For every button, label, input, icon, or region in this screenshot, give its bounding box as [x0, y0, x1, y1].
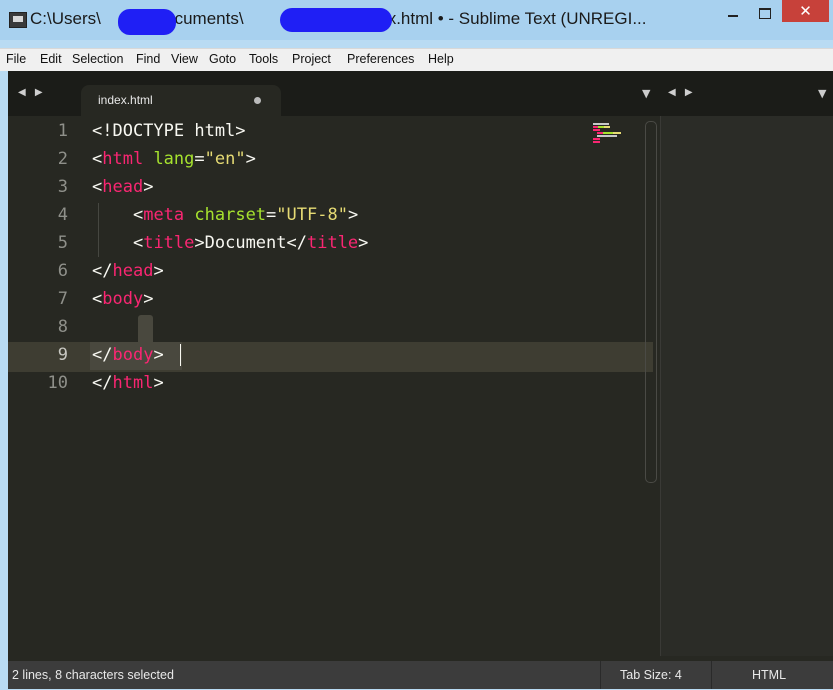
code-token: = — [194, 149, 205, 169]
line-number: 3 — [57, 177, 68, 197]
menu-selection[interactable]: Selection — [72, 52, 123, 66]
title-path-prefix: C:\Users\ — [30, 9, 101, 28]
line-number-current: 9 — [57, 345, 68, 365]
status-divider — [711, 661, 712, 689]
menu-bar: File Edit Selection Find View Goto Tools… — [0, 48, 833, 71]
code-token: </ — [92, 261, 113, 281]
tab-dropdown-icon[interactable]: ▼ — [642, 87, 650, 100]
code-token: title — [143, 233, 195, 253]
status-divider — [600, 661, 601, 689]
code-token: > — [153, 373, 164, 393]
vertical-scrollbar[interactable] — [645, 121, 657, 483]
syntax-indicator[interactable]: HTML — [752, 668, 786, 682]
maximize-button[interactable] — [752, 4, 778, 24]
code-token: html — [112, 373, 154, 393]
minimap[interactable] — [593, 121, 623, 146]
sublime-window: C:\Users\ Documents\ index.html • - Sublim… — [0, 0, 833, 690]
status-bar: 2 lines, 8 characters selected Tab Size:… — [8, 661, 833, 689]
line-number: 6 — [57, 261, 68, 281]
code-line-1[interactable]: <!DOCTYPE html> — [92, 121, 246, 141]
code-line-9[interactable]: </body> — [92, 345, 164, 365]
close-icon: ✕ — [799, 2, 812, 20]
title-bar: C:\Users\ Documents\ index.html • - Sublim… — [0, 0, 833, 40]
code-token: >Document</ — [194, 233, 307, 253]
tab-label: index.html — [98, 93, 153, 107]
menu-goto[interactable]: Goto — [209, 52, 236, 66]
editor-area: ◀ ▶ index.html ▼ ◀ ▶ ▼ 1 2 3 4 5 6 7 8 9… — [8, 71, 833, 661]
code-token: title — [306, 233, 359, 253]
code-token: < — [132, 205, 144, 225]
code-line-2[interactable]: <html lang="en"> — [92, 149, 256, 169]
code-token: </ — [92, 345, 113, 365]
line-number: 5 — [57, 233, 68, 253]
status-message: 2 lines, 8 characters selected — [12, 668, 174, 682]
line-number: 1 — [57, 121, 68, 141]
code-token: </ — [92, 373, 113, 393]
code-token: "UTF-8" — [276, 205, 348, 225]
menu-view[interactable]: View — [171, 52, 198, 66]
selection-highlight — [138, 315, 153, 345]
code-token: > — [143, 177, 154, 197]
redaction-mark-2 — [280, 8, 392, 32]
text-cursor — [180, 344, 181, 366]
code-token: body — [102, 289, 144, 309]
tab-bar: ◀ ▶ index.html ▼ ◀ ▶ ▼ — [8, 71, 833, 116]
right-pane-nav-arrows-icon[interactable]: ◀ ▶ — [668, 87, 696, 98]
code-token: html — [102, 149, 144, 169]
menu-edit[interactable]: Edit — [40, 52, 62, 66]
code-line-5[interactable]: <title>Document</title> — [92, 233, 368, 253]
menu-find[interactable]: Find — [136, 52, 160, 66]
line-number: 7 — [57, 289, 68, 309]
code-token: "en" — [204, 149, 246, 169]
line-number: 2 — [57, 149, 68, 169]
code-token: head — [112, 261, 154, 281]
code-line-7[interactable]: <body> — [92, 289, 153, 309]
code-token: meta — [143, 205, 185, 225]
code-token: > — [358, 233, 369, 253]
code-line-10[interactable]: </html> — [92, 373, 164, 393]
redaction-mark — [118, 9, 176, 35]
code-token: body — [112, 345, 154, 365]
code-token: < — [92, 289, 103, 309]
menu-project[interactable]: Project — [292, 52, 331, 66]
code-line-6[interactable]: </head> — [92, 261, 164, 281]
menu-help[interactable]: Help — [428, 52, 454, 66]
sublime-app-icon[interactable] — [9, 12, 27, 28]
menu-tools[interactable]: Tools — [249, 52, 278, 66]
code-token: > — [347, 205, 359, 225]
line-number: 10 — [47, 373, 68, 393]
line-number: 8 — [57, 317, 68, 337]
code-token: head — [102, 177, 144, 197]
tab-nav-arrows-icon[interactable]: ◀ ▶ — [18, 87, 46, 98]
tab-size-indicator[interactable]: Tab Size: 4 — [620, 668, 682, 682]
code-line-3[interactable]: <head> — [92, 177, 153, 197]
code-token: < — [92, 149, 103, 169]
minimize-button[interactable] — [720, 4, 746, 24]
code-token: < — [132, 233, 144, 253]
code-token: > — [245, 149, 256, 169]
tab-index-html[interactable]: index.html — [81, 85, 281, 116]
right-pane-dropdown-icon[interactable]: ▼ — [818, 87, 826, 100]
unsaved-dot-icon[interactable] — [254, 97, 261, 104]
menu-file[interactable]: File — [6, 52, 26, 66]
line-number: 4 — [57, 205, 68, 225]
close-button[interactable]: ✕ — [782, 0, 829, 22]
code-token: charset — [184, 205, 267, 225]
title-path-suffix: index.html • - Sublime Text (UNREGI... — [355, 9, 647, 28]
code-token: > — [143, 289, 154, 309]
menu-preferences[interactable]: Preferences — [347, 52, 414, 66]
code-token: > — [153, 345, 164, 365]
code-token: > — [153, 261, 164, 281]
code-line-4[interactable]: <meta charset="UTF-8"> — [92, 205, 358, 225]
code-token: lang — [143, 149, 195, 169]
code-token: < — [92, 177, 103, 197]
code-token: = — [266, 205, 277, 225]
doctype-text: <!DOCTYPE html> — [92, 121, 246, 141]
right-editor-pane[interactable] — [660, 116, 833, 656]
